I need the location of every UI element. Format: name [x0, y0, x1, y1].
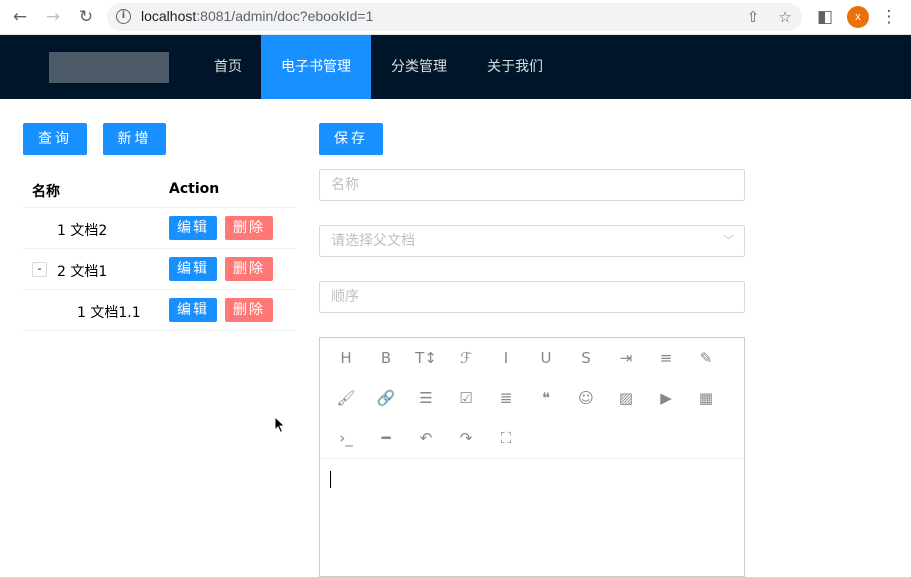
bookmark-star-icon[interactable]: ☆ [775, 7, 795, 27]
link-icon[interactable]: 🔗 [374, 386, 398, 410]
list-icon[interactable]: ☰ [414, 386, 438, 410]
column-header-name: 名称 [32, 184, 60, 200]
menu-item-home[interactable]: 首页 [196, 35, 260, 99]
edit-button[interactable]: 编辑 [169, 216, 217, 240]
code-icon[interactable]: ›_ [334, 426, 358, 450]
name-input[interactable]: 名称 [319, 169, 745, 201]
app-header: 首页 电子书管理 分类管理 关于我们 [0, 35, 911, 99]
parent-doc-select[interactable]: 请选择父文档 ﹀ [319, 225, 745, 257]
delete-button[interactable]: 删除 [225, 216, 273, 240]
image-icon[interactable]: ▨ [614, 386, 638, 410]
divider [23, 248, 296, 249]
menu-item-category-admin[interactable]: 分类管理 [371, 35, 467, 99]
heading-icon[interactable]: H [334, 346, 358, 370]
font-color-icon[interactable]: ✎ [694, 346, 718, 370]
edit-button[interactable]: 编辑 [169, 257, 217, 281]
parent-doc-placeholder: 请选择父文档 [331, 233, 415, 249]
emoji-icon[interactable]: ☺ [574, 386, 598, 410]
line-height-icon[interactable]: ≡ [654, 346, 678, 370]
browser-menu-icon[interactable]: ⋮ [877, 5, 901, 29]
editor-toolbar: H B T↕ ℱ I U S ⇥ ≡ ✎ 🖌 🔗 ☰ ☑ ≣ ❝ ☺ ▨ ▶ ▦ ›_ ━ ↶ ↷ ⛶ [320, 338, 744, 459]
delete-button[interactable]: 删除 [225, 298, 273, 322]
divider [23, 207, 296, 208]
side-panel-icon[interactable]: ◧ [813, 5, 837, 29]
font-size-icon[interactable]: T↕ [414, 346, 438, 370]
divider-icon[interactable]: ━ [374, 426, 398, 450]
delete-button[interactable]: 删除 [225, 257, 273, 281]
italic-icon[interactable]: I [494, 346, 518, 370]
address-bar[interactable]: i localhost:8081/admin/doc?ebookId=1 ⇧ ☆ [107, 3, 802, 31]
profile-avatar[interactable]: x [847, 6, 869, 28]
doc-name: 1 文档1.1 [77, 305, 141, 321]
column-header-action: Action [169, 181, 220, 197]
collapse-toggle[interactable]: - [32, 262, 47, 277]
fullscreen-icon[interactable]: ⛶ [494, 426, 518, 450]
doc-name: 1 文档2 [57, 223, 108, 239]
strikethrough-icon[interactable]: S [574, 346, 598, 370]
todo-icon[interactable]: ☑ [454, 386, 478, 410]
video-icon[interactable]: ▶ [654, 386, 678, 410]
background-color-icon[interactable]: 🖌 [334, 386, 358, 410]
table-icon[interactable]: ▦ [694, 386, 718, 410]
share-icon[interactable]: ⇧ [743, 7, 763, 27]
back-icon[interactable]: ← [8, 5, 32, 29]
rich-text-editor[interactable]: H B T↕ ℱ I U S ⇥ ≡ ✎ 🖌 🔗 ☰ ☑ ≣ ❝ ☺ ▨ ▶ ▦ ›_ ━ ↶ ↷ ⛶ [319, 337, 745, 577]
site-info-icon[interactable]: i [116, 9, 131, 24]
divider [23, 289, 296, 290]
reload-icon[interactable]: ↻ [74, 5, 98, 29]
save-button[interactable]: 保存 [319, 123, 383, 155]
underline-icon[interactable]: U [534, 346, 558, 370]
redo-icon[interactable]: ↷ [454, 426, 478, 450]
menu-item-ebook-admin[interactable]: 电子书管理 [261, 35, 371, 99]
browser-toolbar: ← → ↻ i localhost:8081/admin/doc?ebookId… [0, 0, 911, 35]
add-button[interactable]: 新增 [103, 123, 166, 155]
forward-icon[interactable]: → [41, 5, 65, 29]
undo-icon[interactable]: ↶ [414, 426, 438, 450]
query-button[interactable]: 查询 [23, 123, 87, 155]
url-text[interactable]: localhost:8081/admin/doc?ebookId=1 [141, 8, 373, 24]
text-caret [330, 471, 331, 488]
sort-input[interactable]: 顺序 [319, 281, 745, 313]
doc-name: 2 文档1 [57, 264, 108, 280]
align-icon[interactable]: ≣ [494, 386, 518, 410]
indent-icon[interactable]: ⇥ [614, 346, 638, 370]
font-family-icon[interactable]: ℱ [454, 346, 478, 370]
edit-button[interactable]: 编辑 [169, 298, 217, 322]
logo [49, 52, 169, 83]
mouse-cursor-icon [274, 416, 286, 434]
bold-icon[interactable]: B [374, 346, 398, 370]
menu-item-about[interactable]: 关于我们 [467, 35, 563, 99]
quote-icon[interactable]: ❝ [534, 386, 558, 410]
chevron-down-icon: ﹀ [723, 234, 734, 247]
divider [23, 330, 296, 331]
